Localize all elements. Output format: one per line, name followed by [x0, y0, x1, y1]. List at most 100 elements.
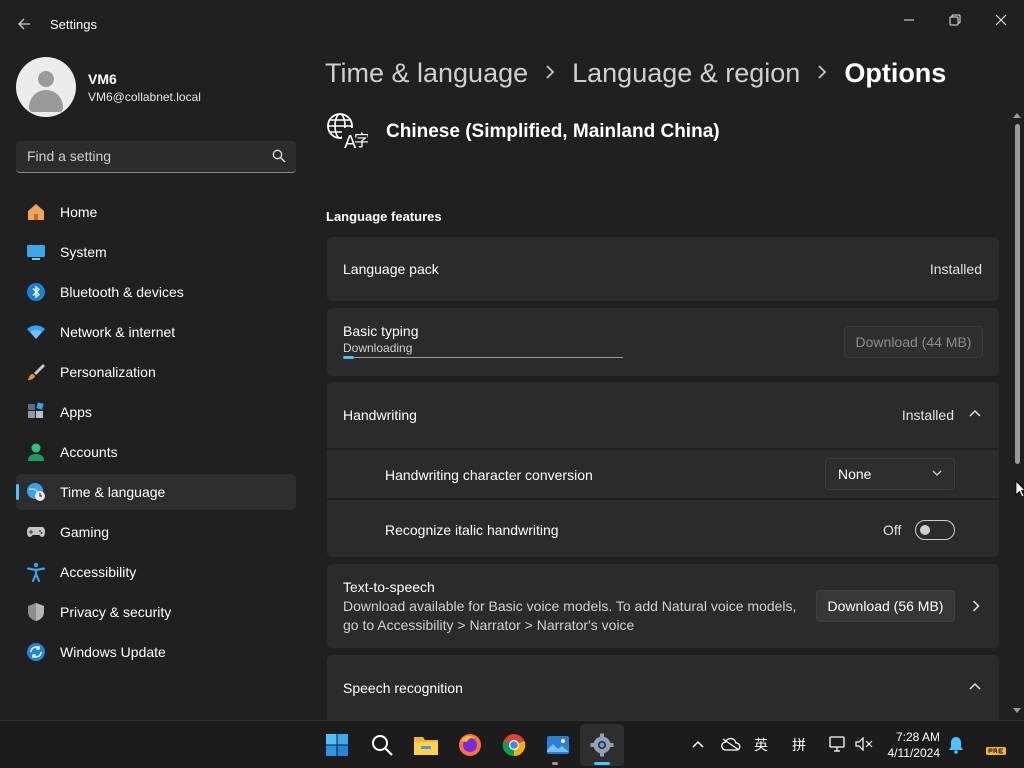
ime-mode-indicator[interactable]: 英 — [754, 735, 768, 755]
taskbar-search-button[interactable] — [368, 731, 396, 759]
basic-typing-status: Downloading — [343, 341, 413, 355]
system-clock[interactable]: 7:28 AM 4/11/2024 — [880, 729, 941, 761]
onedrive-icon[interactable] — [721, 737, 741, 751]
sidebar-item-label: Time & language — [60, 484, 166, 500]
close-icon — [995, 14, 1007, 26]
file-explorer-button[interactable] — [412, 731, 440, 759]
search-icon[interactable] — [272, 149, 286, 163]
app-title: Settings — [50, 17, 97, 32]
sidebar-item-privacy[interactable]: Privacy & security — [16, 594, 296, 630]
minimize-button[interactable] — [886, 4, 932, 36]
search-box — [16, 141, 296, 173]
running-indicator — [552, 762, 558, 765]
sidebar-nav: Home System Bluetooth & devices Network … — [16, 194, 296, 674]
time-language-icon — [26, 482, 46, 502]
sidebar-item-time-language[interactable]: Time & language — [16, 474, 296, 510]
profile-name: VM6 — [88, 70, 117, 87]
scroll-up-icon[interactable] — [1013, 112, 1021, 118]
accounts-icon — [26, 442, 46, 462]
sidebar-item-label: Privacy & security — [60, 604, 172, 620]
page-title: Options — [844, 58, 947, 88]
toggle-knob — [920, 525, 930, 535]
sidebar-item-label: Bluetooth & devices — [60, 284, 184, 300]
sidebar-item-network[interactable]: Network & internet — [16, 314, 296, 350]
tts-description-2: go to Accessibility > Narrator > Narrato… — [343, 617, 635, 633]
sidebar-item-label: Accessibility — [60, 564, 137, 580]
handwriting-conversion-label: Handwriting character conversion — [385, 467, 593, 483]
dropdown-value: None — [838, 466, 872, 482]
sidebar-item-personalization[interactable]: Personalization — [16, 354, 296, 390]
settings-app-button[interactable] — [588, 731, 616, 759]
handwriting-card[interactable]: Handwriting Installed — [327, 382, 999, 448]
italic-handwriting-label: Recognize italic handwriting — [385, 522, 559, 538]
chevron-up-icon[interactable] — [692, 740, 704, 748]
language-pack-card: Language pack Installed — [327, 237, 999, 301]
sidebar-item-label: Personalization — [60, 364, 156, 380]
start-button[interactable] — [323, 731, 351, 759]
title-bar: Settings — [0, 0, 1024, 48]
user-profile[interactable]: VM6 VM6@collabnet.local — [16, 57, 201, 117]
preview-build-icon — [986, 747, 1006, 755]
svg-text:字: 字 — [354, 131, 368, 150]
maximize-button[interactable] — [932, 4, 978, 36]
back-arrow-icon — [18, 18, 30, 30]
scroll-thumb[interactable] — [1015, 124, 1020, 464]
scrollbar[interactable] — [1010, 112, 1024, 720]
breadcrumb-time-language[interactable]: Time & language — [325, 58, 528, 89]
photos-button[interactable] — [544, 731, 572, 759]
chevron-up-icon[interactable] — [969, 682, 981, 692]
shield-icon — [26, 602, 46, 622]
system-icon — [26, 242, 46, 262]
sidebar-item-label: Network & internet — [60, 324, 176, 340]
sidebar-item-label: Apps — [60, 404, 92, 420]
handwriting-conversion-dropdown[interactable]: None — [825, 458, 955, 490]
close-button[interactable] — [978, 4, 1024, 36]
minimize-icon — [904, 19, 914, 21]
sidebar-item-apps[interactable]: Apps — [16, 394, 296, 430]
back-button[interactable] — [10, 10, 38, 38]
text-to-speech-card[interactable]: Text-to-speech Download available for Ba… — [327, 564, 999, 648]
start-icon — [326, 734, 348, 756]
sidebar-item-windows-update[interactable]: Windows Update — [16, 634, 296, 670]
ime-name-indicator[interactable]: 拼 — [792, 735, 806, 755]
search-icon — [372, 735, 393, 756]
update-icon — [26, 642, 46, 662]
italic-handwriting-toggle[interactable] — [915, 520, 955, 540]
progress-fill — [343, 356, 355, 359]
sidebar-item-system[interactable]: System — [16, 234, 296, 270]
sidebar-item-label: Home — [60, 204, 98, 220]
speech-recognition-card[interactable]: Speech recognition — [327, 655, 999, 720]
chevron-right-icon — [544, 63, 556, 84]
notification-bell-icon[interactable] — [948, 736, 964, 754]
search-input[interactable] — [16, 141, 266, 171]
restore-icon — [949, 14, 961, 26]
chevron-down-icon — [932, 470, 942, 476]
sidebar-item-accounts[interactable]: Accounts — [16, 434, 296, 470]
firefox-button[interactable] — [456, 731, 484, 759]
clock-time: 7:28 AM — [895, 730, 940, 744]
sidebar-item-home[interactable]: Home — [16, 194, 296, 230]
firefox-icon — [459, 734, 481, 756]
language-icon: A 字 — [327, 113, 368, 152]
chrome-button[interactable] — [500, 731, 528, 759]
breadcrumb-language-region[interactable]: Language & region — [572, 58, 800, 89]
basic-typing-card: Basic typing Downloading Download (44 MB… — [327, 308, 999, 376]
language-header: A 字 Chinese (Simplified, Mainland China) — [326, 112, 720, 152]
file-explorer-icon — [414, 737, 438, 755]
download-tts-button[interactable]: Download (56 MB) — [816, 590, 955, 622]
sidebar-item-bluetooth[interactable]: Bluetooth & devices — [16, 274, 296, 310]
toggle-state-label: Off — [883, 522, 902, 538]
sidebar-item-accessibility[interactable]: Accessibility — [16, 554, 296, 590]
network-icon[interactable] — [829, 736, 847, 752]
handwriting-conversion-row: Handwriting character conversion None — [327, 450, 999, 498]
basic-typing-label: Basic typing — [343, 323, 419, 339]
settings-icon — [590, 733, 614, 757]
sidebar-item-gaming[interactable]: Gaming — [16, 514, 296, 550]
home-icon — [26, 202, 46, 222]
chevron-up-icon[interactable] — [969, 409, 981, 419]
sidebar-item-label: Accounts — [60, 444, 118, 460]
volume-muted-icon[interactable] — [855, 737, 873, 751]
bluetooth-icon — [26, 282, 46, 302]
download-typing-button[interactable]: Download (44 MB) — [844, 326, 983, 358]
scroll-down-icon[interactable] — [1013, 708, 1021, 714]
